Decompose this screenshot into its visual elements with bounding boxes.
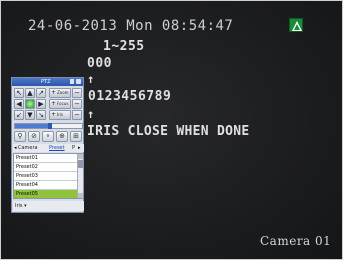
scroll-down-icon[interactable]: [78, 193, 83, 198]
video-screen: 24-06-2013 Mon 08:54:47 1~255 000 ↑ 0123…: [0, 0, 343, 260]
ptz-footer-dropdown[interactable]: Iris ▾: [13, 201, 84, 211]
close-icon[interactable]: [76, 79, 81, 84]
pan-down-right-button[interactable]: ↘: [36, 110, 46, 120]
scroll-up-icon[interactable]: [78, 154, 83, 159]
signal-icon: [289, 18, 303, 32]
iris-message: IRIS CLOSE WHEN DONE: [87, 124, 250, 139]
plus-icon: +: [51, 89, 57, 96]
preset-item-selected[interactable]: Preset05: [14, 190, 77, 198]
iris-control[interactable]: + Iris: [49, 110, 71, 120]
camera-label: Camera 01: [260, 234, 332, 248]
tab-preset[interactable]: Preset: [49, 144, 65, 152]
crosshair-icon[interactable]: ⊕: [56, 131, 68, 142]
pan-right-button[interactable]: ▶: [36, 99, 46, 109]
menu-id-text: 000: [87, 56, 112, 71]
datetime-overlay: 24-06-2013 Mon 08:54:47: [28, 18, 234, 34]
ptz-direction-pad: ↖ ▲ ↗ ◀ ▶ ↙ ▼ ↘ + Zoom + Focus + Iris − − −: [14, 88, 83, 122]
focus-label: Focus: [57, 101, 69, 106]
preset-list: Preset01 Preset02 Preset03 Preset04 Pres…: [13, 153, 84, 199]
pan-up-right-button[interactable]: ↗: [36, 88, 46, 98]
ptz-titlebar[interactable]: PTZ: [12, 78, 83, 86]
ptz-center-button[interactable]: [25, 99, 35, 109]
ptz-tabs: ◂ Camera Preset P ▸: [13, 144, 84, 152]
speed-slider-handle[interactable]: [47, 123, 52, 129]
pan-up-button[interactable]: ▲: [25, 88, 35, 98]
zoom-control[interactable]: + Zoom: [49, 88, 71, 98]
zoom-label: Zoom: [57, 90, 69, 95]
plus-icon: +: [51, 100, 57, 107]
digits-text: 0123456789: [88, 89, 172, 104]
iris-minus-button[interactable]: −: [72, 110, 82, 120]
preset-item[interactable]: Preset04: [14, 181, 77, 190]
focus-minus-button[interactable]: −: [72, 99, 82, 109]
ptz-title: PTZ: [41, 79, 51, 85]
up-arrow-icon: ↑: [87, 107, 95, 121]
tab-next-icon[interactable]: ▸: [78, 144, 81, 152]
plus-icon: +: [51, 111, 57, 118]
iris-label: Iris: [57, 112, 64, 117]
pan-down-left-button[interactable]: ↙: [14, 110, 24, 120]
tab-camera[interactable]: Camera: [18, 144, 38, 152]
zoom-minus-button[interactable]: −: [72, 88, 82, 98]
tab-p[interactable]: P: [72, 144, 75, 152]
ptz-panel: PTZ ↖ ▲ ↗ ◀ ▶ ↙ ▼ ↘ + Zoom + Focus + Iris −…: [11, 77, 84, 213]
preset-scrollbar[interactable]: [77, 154, 83, 198]
speed-slider-fill: [15, 124, 50, 128]
focus-control[interactable]: + Focus: [49, 99, 71, 109]
pan-left-button[interactable]: ◀: [14, 99, 24, 109]
scroll-thumb[interactable]: [78, 160, 83, 168]
preset-item[interactable]: Preset03: [14, 172, 77, 181]
tab-prev-icon[interactable]: ◂: [14, 144, 17, 152]
up-arrow-icon: ↑: [87, 72, 95, 86]
zoom-range-text: 1~255: [103, 39, 145, 54]
ptz-toolbar: ⚲ ⊘ ⚬ ⊕ ⊞: [14, 131, 83, 143]
light-icon[interactable]: ⚲: [14, 131, 26, 142]
magnifier-icon[interactable]: ⚬: [42, 131, 54, 142]
pin-icon[interactable]: [70, 79, 74, 84]
speed-slider[interactable]: [14, 123, 83, 129]
preset-item[interactable]: Preset01: [14, 154, 77, 163]
pan-down-button[interactable]: ▼: [25, 110, 35, 120]
grid-icon[interactable]: ⊞: [70, 131, 82, 142]
preset-item[interactable]: Preset02: [14, 163, 77, 172]
pan-up-left-button[interactable]: ↖: [14, 88, 24, 98]
wiper-icon[interactable]: ⊘: [28, 131, 40, 142]
